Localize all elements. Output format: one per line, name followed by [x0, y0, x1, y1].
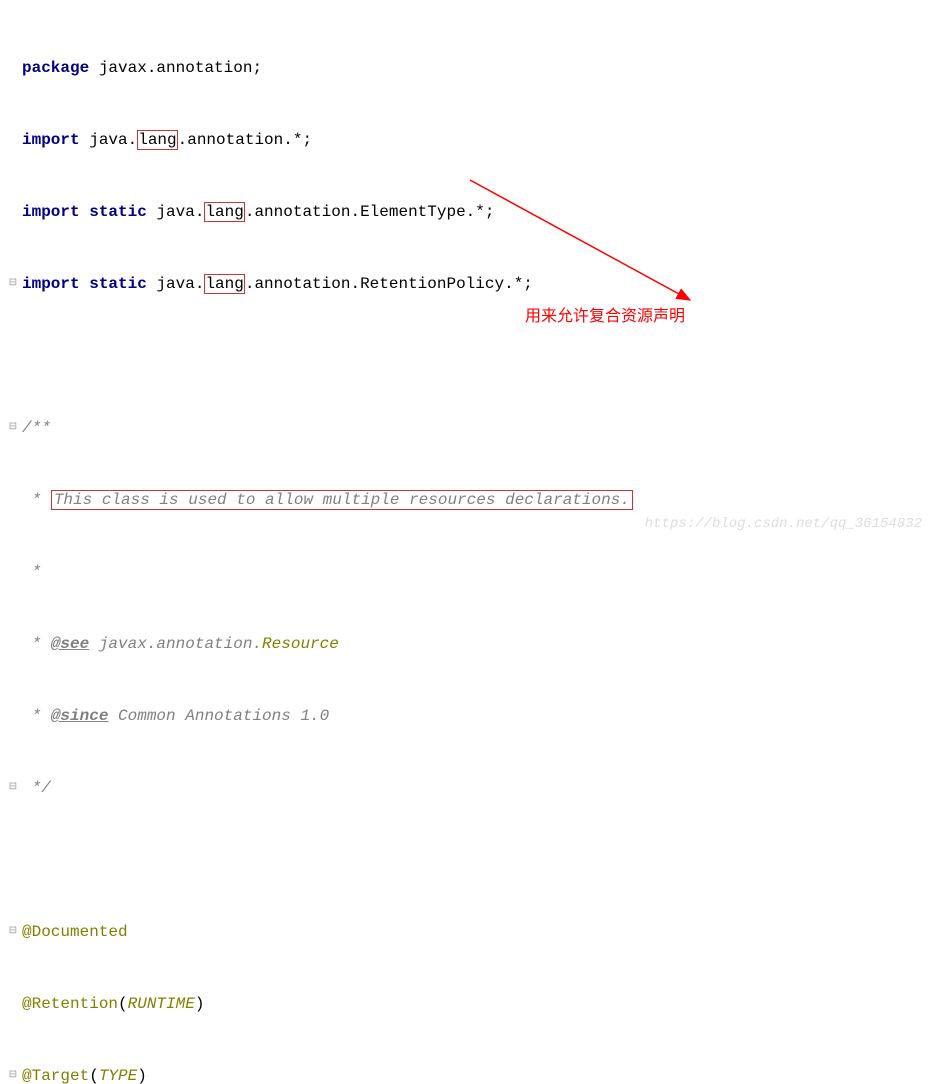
enum-type: TYPE	[99, 1067, 137, 1084]
javadoc-star: *	[22, 491, 51, 509]
import-text: java.	[147, 203, 205, 221]
keyword-package: package	[22, 59, 89, 77]
javadoc-open: /**	[22, 419, 51, 437]
javadoc-star: *	[22, 563, 41, 581]
gutter: ⊟	[4, 416, 22, 440]
fold-icon[interactable]: ⊟	[6, 925, 20, 939]
highlighted-lang: lang	[204, 274, 244, 294]
gutter: ⊟	[4, 272, 22, 296]
keyword-import: import	[22, 131, 80, 149]
highlighted-lang: lang	[204, 202, 244, 222]
annotation-target: @Target	[22, 1067, 89, 1084]
keyword-import-static: import static	[22, 275, 147, 293]
fold-icon[interactable]: ⊟	[6, 781, 20, 795]
paren-open: (	[89, 1067, 99, 1084]
import-text: .annotation.*;	[178, 131, 312, 149]
import-text: .annotation.RetentionPolicy.*;	[245, 275, 533, 293]
import-text: java.	[147, 275, 205, 293]
annotation-label: 用来允许复合资源声明	[525, 302, 685, 326]
import-text: java.	[80, 131, 138, 149]
highlighted-lang: lang	[137, 130, 177, 150]
javadoc-ref-class: Resource	[262, 635, 339, 653]
gutter: ⊟	[4, 1064, 22, 1084]
paren-open: (	[118, 995, 128, 1013]
javadoc-since-tag: @since	[51, 707, 109, 725]
gutter: ⊟	[4, 776, 22, 800]
javadoc-close: */	[22, 779, 51, 797]
annotation-retention: @Retention	[22, 995, 118, 1013]
javadoc-ref: javax.annotation.	[89, 635, 262, 653]
keyword-import-static: import static	[22, 203, 147, 221]
javadoc-star: *	[22, 635, 51, 653]
javadoc-since-text: Common Annotations 1.0	[108, 707, 329, 725]
import-text: .annotation.ElementType.*;	[245, 203, 495, 221]
javadoc-star: *	[22, 707, 51, 725]
watermark: https://blog.csdn.net/qq_36154832	[645, 516, 922, 532]
paren-close: )	[137, 1067, 147, 1084]
gutter: ⊟	[4, 920, 22, 944]
package-name: javax.annotation;	[89, 59, 262, 77]
enum-runtime: RUNTIME	[128, 995, 195, 1013]
fold-icon[interactable]: ⊟	[6, 1069, 20, 1083]
annotation-documented: @Documented	[22, 923, 128, 941]
javadoc-see-tag: @see	[51, 635, 89, 653]
fold-icon[interactable]: ⊟	[6, 421, 20, 435]
code-editor[interactable]: package javax.annotation; import java.la…	[0, 0, 942, 1084]
fold-icon[interactable]: ⊟	[6, 277, 20, 291]
paren-close: )	[195, 995, 205, 1013]
javadoc-description: This class is used to allow multiple res…	[51, 490, 633, 510]
